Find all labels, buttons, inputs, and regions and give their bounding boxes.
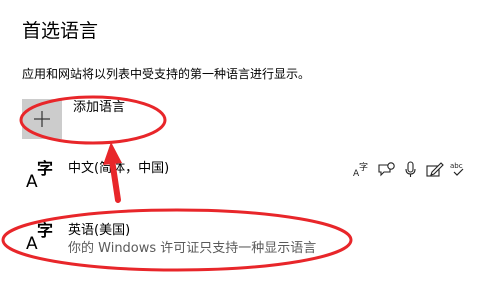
page-title: 首选语言: [22, 20, 99, 42]
spellcheck-icon: abc: [449, 160, 468, 179]
speech-bubble-icon: [377, 160, 396, 179]
language-item-chinese[interactable]: A 字 中文(简体，中国) A 字 abc: [22, 150, 472, 200]
language-icon: A 字: [24, 222, 60, 258]
add-language-tile[interactable]: [22, 99, 62, 139]
language-icon-zi: 字: [37, 221, 54, 240]
language-icon-zi: 字: [37, 159, 54, 178]
svg-text:字: 字: [359, 161, 368, 173]
microphone-icon: [401, 160, 420, 179]
plus-icon: [34, 111, 50, 127]
language-license-note: 你的 Windows 许可证只支持一种显示语言: [68, 241, 317, 256]
language-name: 英语(美国): [68, 223, 131, 238]
language-icon-a: A: [26, 172, 38, 192]
add-language-label: 添加语言: [73, 100, 126, 115]
language-features: A 字 abc: [353, 158, 468, 180]
language-icon: A 字: [24, 160, 60, 196]
svg-text:abc: abc: [450, 162, 463, 170]
page-description: 应用和网站将以列表中受支持的第一种语言进行显示。: [22, 67, 311, 81]
language-name: 中文(简体，中国): [68, 161, 170, 176]
language-icon-a: A: [26, 234, 38, 254]
language-item-english[interactable]: A 字 英语(美国) 你的 Windows 许可证只支持一种显示语言: [22, 212, 472, 262]
add-language-button[interactable]: 添加语言: [22, 99, 262, 139]
preferred-languages-panel: 首选语言 应用和网站将以列表中受支持的第一种语言进行显示。 添加语言 A 字 中…: [0, 0, 479, 299]
handwriting-icon: [425, 160, 444, 179]
language-pack-icon: A 字: [353, 160, 372, 179]
